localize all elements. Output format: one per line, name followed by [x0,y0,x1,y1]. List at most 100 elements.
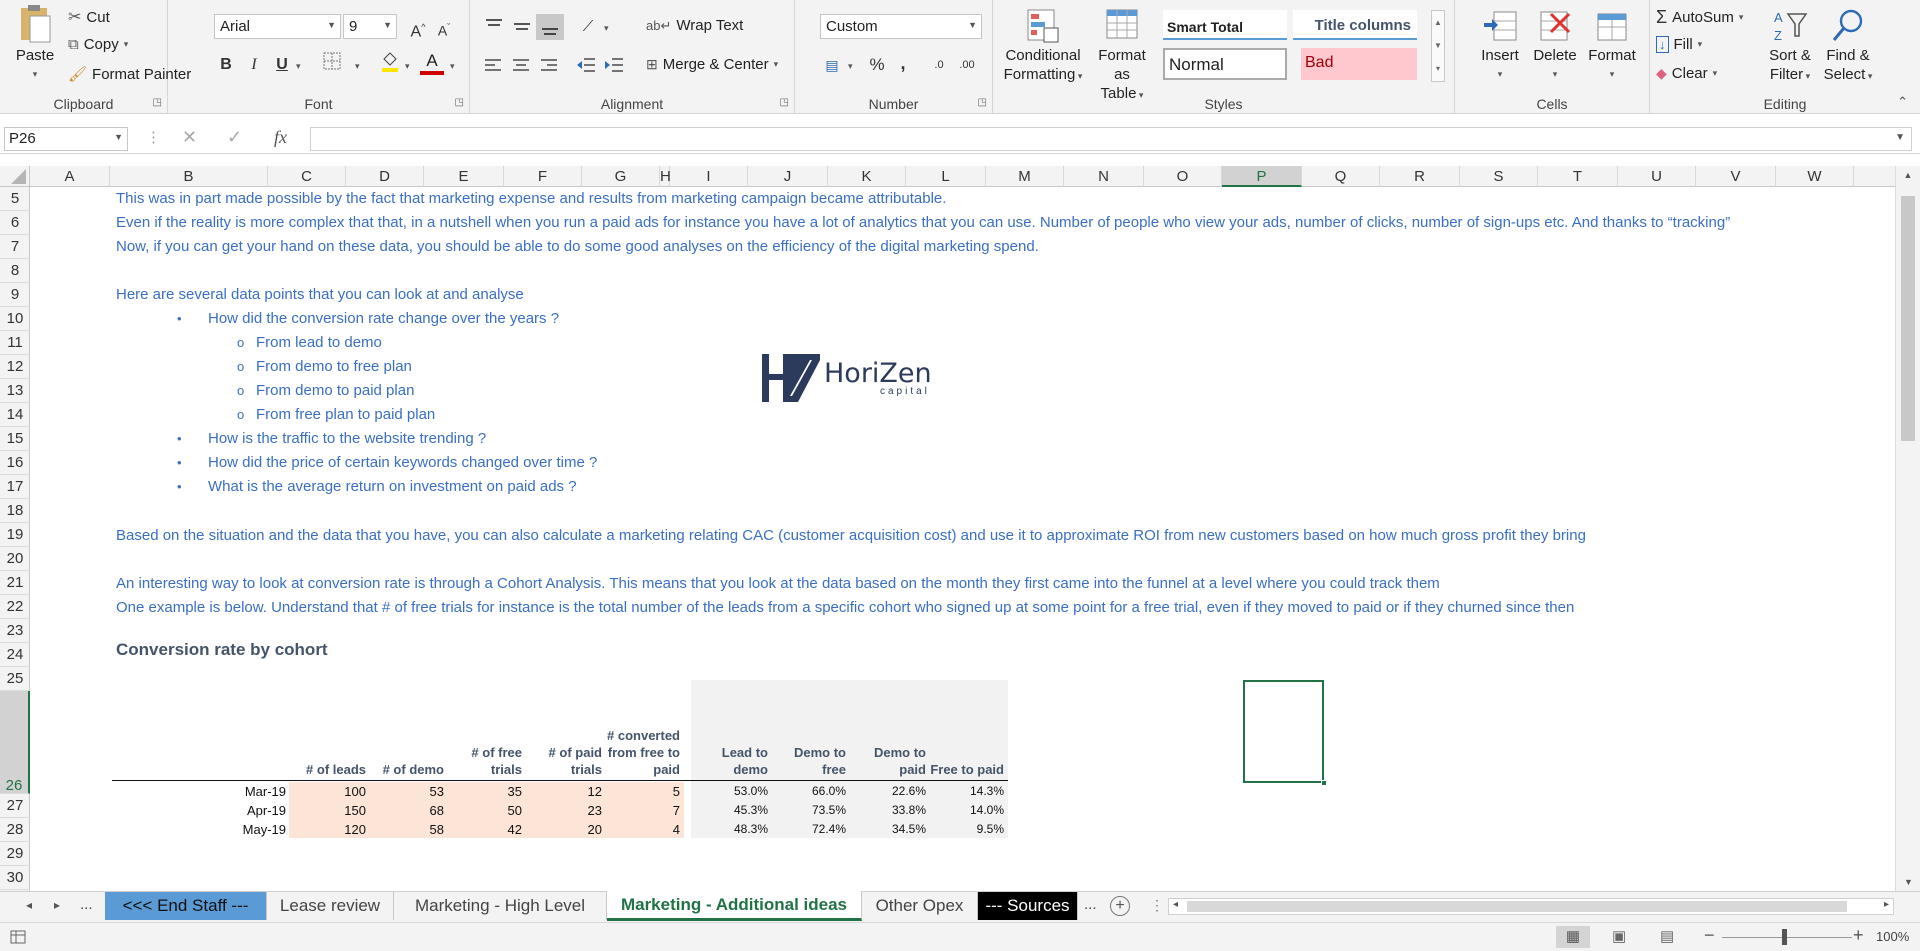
column-header-h[interactable]: H [660,166,671,187]
table-cell-demo[interactable]: 68 [368,801,444,820]
column-header-u[interactable]: U [1618,166,1696,187]
column-header-p[interactable]: P [1222,166,1302,187]
table-cell-leads[interactable]: 120 [290,820,366,839]
align-middle-icon[interactable] [512,18,532,34]
autosum-dropdown-icon[interactable]: ▾ [1739,12,1744,23]
row-header-7[interactable]: 7 [0,235,30,259]
orientation-button[interactable]: ⟋ [576,14,600,40]
select-all-corner[interactable] [0,166,30,187]
column-header-s[interactable]: S [1460,166,1538,187]
comma-button[interactable]: , [891,50,915,76]
underline-dropdown-icon[interactable]: ▾ [296,61,301,72]
column-header-k[interactable]: K [828,166,906,187]
table-cell-demo[interactable]: 58 [368,820,444,839]
confirm-icon[interactable]: ✓ [227,127,242,148]
row-header-21[interactable]: 21 [0,571,30,595]
formula-bar-splitter-icon[interactable]: ⋮ [146,128,161,146]
row-header-6[interactable]: 6 [0,211,30,235]
column-header-a[interactable]: A [30,166,110,187]
column-header-r[interactable]: R [1380,166,1460,187]
column-header-c[interactable]: C [268,166,346,187]
insert-function-icon[interactable]: fx [274,127,287,148]
font-size-select[interactable]: 9 ▼ [343,14,397,39]
style-bad[interactable]: Bad [1301,48,1417,80]
tab-lease-review[interactable]: Lease review [267,892,394,920]
column-header-o[interactable]: O [1144,166,1222,187]
row-header-28[interactable]: 28 [0,818,30,842]
row-header-19[interactable]: 19 [0,523,30,547]
borders-dropdown-icon[interactable]: ▾ [355,61,360,72]
font-launcher-icon[interactable]: ◳ [455,97,464,108]
underline-button[interactable]: U [270,52,294,78]
number-format-select[interactable]: Custom ▼ [820,14,982,39]
tab-scroll-left-icon[interactable]: ◂ [26,898,32,912]
increase-decimal-button[interactable]: .0 [927,52,951,78]
bold-button[interactable]: B [214,52,238,78]
column-header-v[interactable]: V [1696,166,1776,187]
add-sheet-icon[interactable]: + [1110,896,1130,916]
tab-scroll-right-icon[interactable]: ▸ [54,898,60,912]
clear-button[interactable]: ◆ Clear ▾ [1656,65,1717,82]
align-left-icon[interactable] [484,58,502,72]
style-title-columns[interactable]: Title columns [1293,10,1417,40]
zoom-slider-thumb[interactable] [1782,929,1787,945]
row-header-8[interactable]: 8 [0,259,30,283]
fill-button[interactable]: ↓ Fill ▾ [1656,36,1702,53]
column-header-d[interactable]: D [346,166,424,187]
column-header-n[interactable]: N [1064,166,1144,187]
horizontal-scrollbar[interactable]: ◂ ▸ [1168,898,1894,915]
table-cell-d2f[interactable]: 66.0% [770,782,846,801]
tab-more-left[interactable]: ... [80,896,93,913]
percent-button[interactable]: % [865,52,889,78]
decrease-indent-icon[interactable] [576,57,596,73]
name-box[interactable]: P26 ▼ [4,127,128,151]
hscroll-right-icon[interactable]: ▸ [1884,899,1889,910]
cut-button[interactable]: ✂ Cut [68,7,110,27]
row-header-30[interactable]: 30 [0,866,30,890]
column-header-e[interactable]: E [424,166,504,187]
row-header-23[interactable]: 23 [0,619,30,643]
row-header-15[interactable]: 15 [0,427,30,451]
table-cell-d2p[interactable]: 33.8% [850,801,926,820]
row-header-17[interactable]: 17 [0,475,30,499]
hscroll-left-icon[interactable]: ◂ [1173,899,1178,910]
cancel-icon[interactable]: ✕ [182,127,197,148]
zoom-level[interactable]: 100% [1876,929,1909,944]
italic-button[interactable]: I [242,52,266,78]
font-name-select[interactable]: Arial ▼ [214,14,341,39]
font-color-button[interactable]: A [420,48,444,75]
column-header-l[interactable]: L [906,166,986,187]
zoom-out-icon[interactable]: − [1704,925,1715,946]
vertical-scrollbar[interactable]: ▲ ▼ [1895,166,1920,891]
table-cell-leads[interactable]: 150 [290,801,366,820]
number-launcher-icon[interactable]: ◳ [978,97,987,108]
fill-dropdown-icon[interactable]: ▾ [1698,39,1703,50]
tab-end-staff[interactable]: <<< End Staff --- [105,892,267,920]
table-cell-d2p[interactable]: 22.6% [850,782,926,801]
row-header-11[interactable]: 11 [0,331,30,355]
column-header-i[interactable]: I [670,166,748,187]
paste-dropdown-icon[interactable]: ▾ [8,65,62,84]
table-cell-conv[interactable]: 7 [602,801,680,820]
tab-other-opex[interactable]: Other Opex [862,892,978,920]
row-header-26[interactable]: 26 [0,691,30,794]
row-header-9[interactable]: 9 [0,283,30,307]
column-header-q[interactable]: Q [1302,166,1380,187]
increase-indent-icon[interactable] [604,57,624,73]
table-cell-f2p[interactable]: 9.5% [928,820,1004,839]
row-header-16[interactable]: 16 [0,451,30,475]
column-header-m[interactable]: M [986,166,1064,187]
shrink-font-button[interactable]: Aˇ [432,14,456,40]
zoom-in-icon[interactable]: + [1853,925,1864,946]
grow-font-button[interactable]: A^ [406,14,430,40]
autosum-button[interactable]: Σ AutoSum ▾ [1656,7,1743,28]
align-center-icon[interactable] [512,58,530,72]
row-header-10[interactable]: 10 [0,307,30,331]
horizontal-scroll-thumb[interactable] [1187,901,1847,912]
collapse-ribbon-icon[interactable]: ⌃ [1897,94,1908,110]
formula-input[interactable]: ▼ [310,127,1912,151]
cohort-label[interactable]: Mar-19 [190,782,286,801]
table-cell-paid[interactable]: 20 [526,820,602,839]
table-cell-d2f[interactable]: 73.5% [770,801,846,820]
column-header-t[interactable]: T [1538,166,1618,187]
